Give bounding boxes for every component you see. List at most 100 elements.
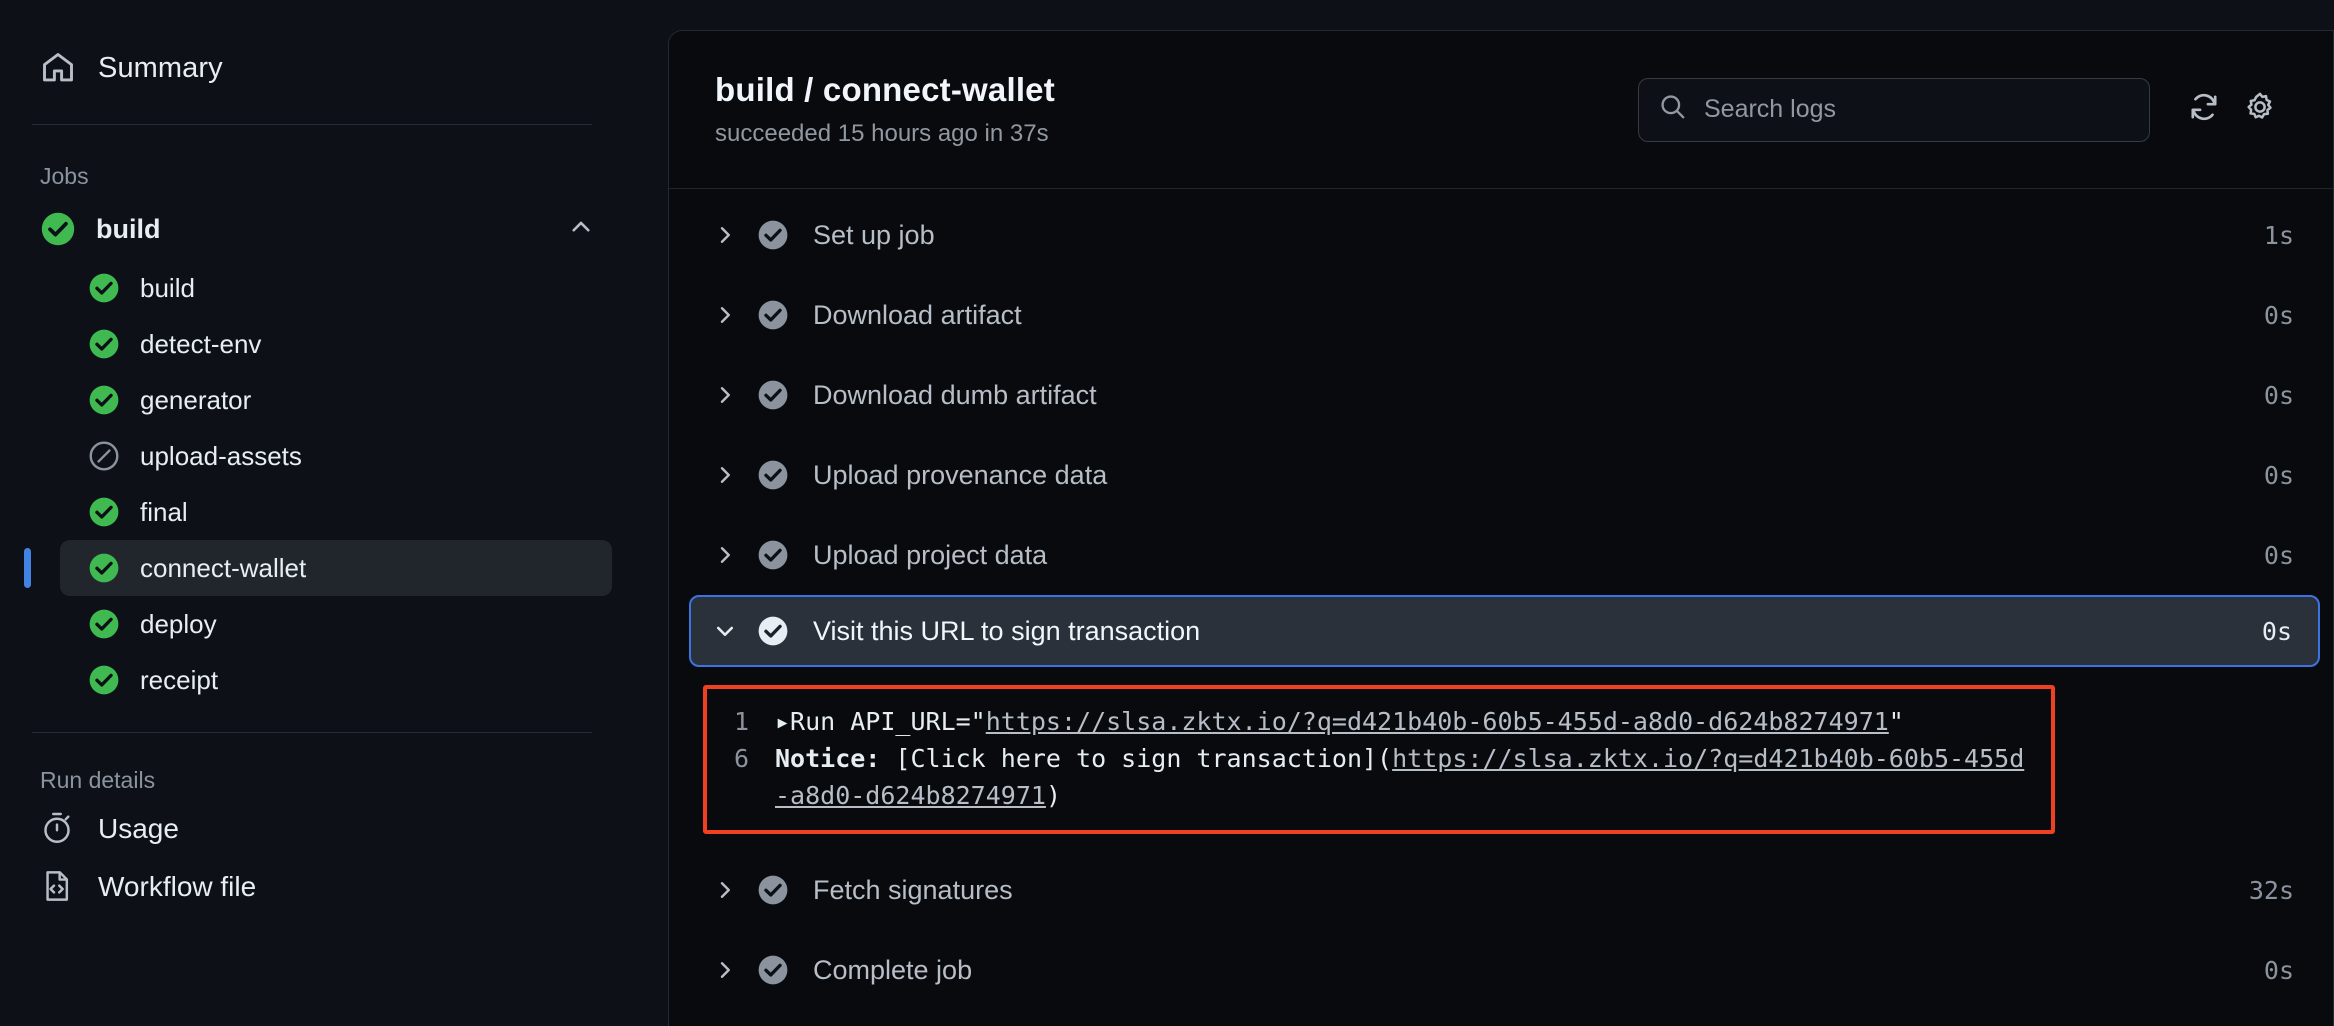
log-panel-header: build / connect-wallet succeeded 15 hour…: [669, 31, 2334, 189]
log-line-number: 6: [733, 744, 749, 773]
sidebar-jobs-heading: Jobs: [40, 163, 89, 189]
sidebar-step-label: connect-wallet: [140, 552, 307, 583]
log-step-duration: 0s: [2263, 380, 2294, 410]
sidebar-step-generator[interactable]: generator: [60, 372, 612, 428]
header-titles: build / connect-wallet succeeded 15 hour…: [715, 71, 1638, 148]
chevron-right-icon[interactable]: [713, 223, 757, 247]
workflow-file-icon: [40, 869, 76, 905]
log-step-title: Fetch signatures: [813, 874, 1013, 905]
sidebar-step-deploy[interactable]: deploy: [60, 596, 612, 652]
success-check-icon: [757, 299, 789, 331]
success-check-icon: [757, 874, 789, 906]
log-step-duration: 0s: [2263, 300, 2294, 330]
log-url-link[interactable]: https://slsa.zktx.io/?q=d421b40b-60b5-45…: [986, 707, 1889, 736]
skipped-icon: [88, 440, 120, 472]
sidebar-step-upload-assets[interactable]: upload-assets: [60, 428, 612, 484]
chevron-right-icon[interactable]: [713, 463, 757, 487]
log-step-duration: 0s: [2263, 460, 2294, 490]
log-line-suffix: ": [1888, 707, 1904, 736]
search-logs-box[interactable]: Search logs: [1638, 77, 2150, 142]
sidebar-usage-label: Usage: [98, 813, 179, 844]
log-step-list: Set up job 1s Download artifact 0s Downl…: [669, 189, 2334, 1026]
home-icon: [40, 50, 76, 86]
sidebar-step-label: build: [140, 272, 195, 303]
success-check-icon: [88, 272, 120, 304]
log-step-duration: 1s: [2263, 220, 2294, 250]
log-step-title: Visit this URL to sign transaction: [813, 615, 1201, 646]
sidebar-summary-label: Summary: [98, 51, 223, 84]
log-step-title: Complete job: [813, 954, 973, 985]
settings-button[interactable]: [2232, 82, 2288, 138]
chevron-right-icon[interactable]: [713, 383, 757, 407]
log-step-row[interactable]: Upload provenance data 0s: [691, 435, 2320, 515]
success-check-icon: [757, 615, 789, 647]
refresh-icon: [2188, 91, 2220, 128]
sidebar-step-label: deploy: [140, 608, 217, 639]
chevron-down-icon[interactable]: [713, 619, 757, 643]
log-panel: build / connect-wallet succeeded 15 hour…: [668, 30, 2334, 1026]
success-check-icon: [757, 219, 789, 251]
sidebar-step-detect-env[interactable]: detect-env: [60, 316, 612, 372]
sidebar-step-label: upload-assets: [140, 440, 302, 471]
log-step-row[interactable]: Fetch signatures 32s: [691, 850, 2320, 930]
log-step-title: Download artifact: [813, 299, 1022, 330]
log-step-row[interactable]: Download artifact 0s: [691, 275, 2320, 355]
sidebar-step-label: detect-env: [140, 328, 262, 359]
chevron-right-icon[interactable]: [713, 543, 757, 567]
chevron-right-icon[interactable]: [713, 958, 757, 982]
sidebar-item-workflow-file[interactable]: Workflow file: [16, 858, 584, 916]
sidebar-step-connect-wallet[interactable]: connect-wallet: [24, 540, 612, 596]
log-line: 6 Notice: [Click here to sign transactio…: [707, 740, 2051, 814]
sidebar-item-summary[interactable]: Summary: [16, 38, 584, 98]
sidebar-step-label: receipt: [140, 664, 219, 695]
success-check-icon: [40, 211, 76, 247]
sidebar: Summary Jobs build build detect-env gene…: [0, 0, 668, 1026]
refresh-button[interactable]: [2176, 82, 2232, 138]
log-line-number: 1: [733, 707, 749, 736]
log-line-content: ▸Run API_URL="https://slsa.zktx.io/?q=d4…: [775, 703, 2051, 740]
log-step-duration: 0s: [2263, 955, 2294, 985]
success-check-icon: [88, 608, 120, 640]
success-check-icon: [757, 379, 789, 411]
sidebar-job-build[interactable]: build: [16, 198, 612, 260]
log-line-notice-label: Notice:: [775, 744, 881, 773]
log-step-title: Download dumb artifact: [813, 379, 1097, 410]
log-step-row[interactable]: Set up job 1s: [691, 195, 2320, 275]
success-check-icon: [757, 954, 789, 986]
run-status-text: succeeded 15 hours ago in 37s: [715, 120, 1049, 147]
sidebar-job-label: build: [96, 213, 161, 244]
chevron-right-icon[interactable]: [713, 878, 757, 902]
log-step-row-visit-url[interactable]: Visit this URL to sign transaction 0s: [689, 595, 2320, 667]
search-input[interactable]: Search logs: [1704, 95, 1836, 124]
sidebar-divider-bottom: [32, 732, 592, 733]
log-line-suffix: ): [1045, 781, 1061, 810]
success-check-icon: [88, 552, 120, 584]
success-check-icon: [757, 459, 789, 491]
sidebar-step-label: generator: [140, 384, 252, 415]
chevron-right-icon[interactable]: [713, 303, 757, 327]
sidebar-step-build[interactable]: build: [60, 260, 612, 316]
log-line-prefix: ▸Run API_URL=": [775, 707, 986, 736]
log-line-prefix: [Click here to sign transaction](: [880, 744, 1393, 773]
log-step-title: Upload provenance data: [813, 459, 1108, 490]
log-step-row[interactable]: Download dumb artifact 0s: [691, 355, 2320, 435]
chevron-up-icon[interactable]: [568, 214, 594, 245]
sidebar-item-usage[interactable]: Usage: [16, 800, 584, 858]
page-title: build / connect-wallet: [715, 71, 1055, 108]
log-step-duration: 0s: [2261, 616, 2292, 646]
sidebar-step-receipt[interactable]: receipt: [60, 652, 612, 708]
search-icon: [1659, 93, 1687, 126]
sidebar-workflow-file-label: Workflow file: [98, 871, 257, 902]
log-step-row[interactable]: Upload project data 0s: [691, 515, 2320, 595]
sidebar-step-label: final: [140, 496, 188, 527]
success-check-icon: [88, 664, 120, 696]
sidebar-step-final[interactable]: final: [60, 484, 612, 540]
log-step-row[interactable]: Complete job 0s: [691, 930, 2320, 1010]
log-step-duration: 32s: [2248, 875, 2294, 905]
success-check-icon: [88, 384, 120, 416]
log-step-title: Set up job: [813, 219, 935, 250]
log-step-duration: 0s: [2263, 540, 2294, 570]
success-check-icon: [757, 539, 789, 571]
log-step-title: Upload project data: [813, 539, 1048, 570]
success-check-icon: [88, 496, 120, 528]
